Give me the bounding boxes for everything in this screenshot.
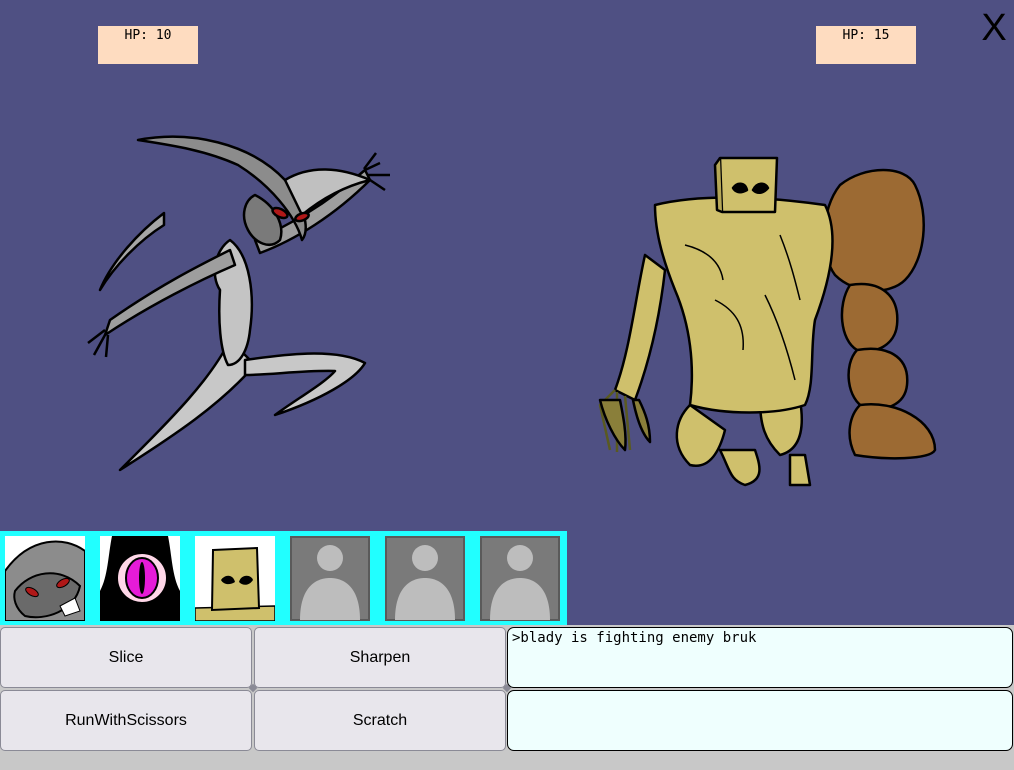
party-slot-5-empty[interactable] [385, 536, 465, 621]
enemy-creature-sprite [598, 156, 937, 487]
eye-creature-portrait-icon [100, 536, 180, 621]
party-slot-2[interactable] [100, 536, 180, 621]
party-slot-4-empty[interactable] [290, 536, 370, 621]
battle-log-line-2 [507, 690, 1013, 751]
party-slot-3[interactable] [195, 536, 275, 621]
player-hp-box: HP: 10 [98, 26, 198, 64]
move-button-sharpen[interactable]: Sharpen [254, 627, 506, 688]
move-button-scratch[interactable]: Scratch [254, 690, 506, 751]
move-button-slice[interactable]: Slice [0, 627, 252, 688]
enemy-hp-box: HP: 15 [816, 26, 916, 64]
party-slot-6-empty[interactable] [480, 536, 560, 621]
empty-slot-silhouette-icon [480, 536, 560, 621]
move-button-runwithscissors[interactable]: RunWithScissors [0, 690, 252, 751]
party-slot-1[interactable] [5, 536, 85, 621]
party-roster [0, 531, 567, 625]
player-hp-text: HP: 10 [124, 28, 172, 43]
enemy-hp-text: HP: 15 [842, 28, 890, 43]
empty-slot-silhouette-icon [290, 536, 370, 621]
battle-log-line-1: >blady is fighting enemy bruk [507, 627, 1013, 688]
golem-creature-portrait-icon [195, 536, 275, 621]
player-creature-sprite [87, 135, 390, 472]
empty-slot-silhouette-icon [385, 536, 465, 621]
blade-creature-portrait-icon [5, 536, 85, 621]
close-button[interactable]: X [976, 8, 1012, 48]
